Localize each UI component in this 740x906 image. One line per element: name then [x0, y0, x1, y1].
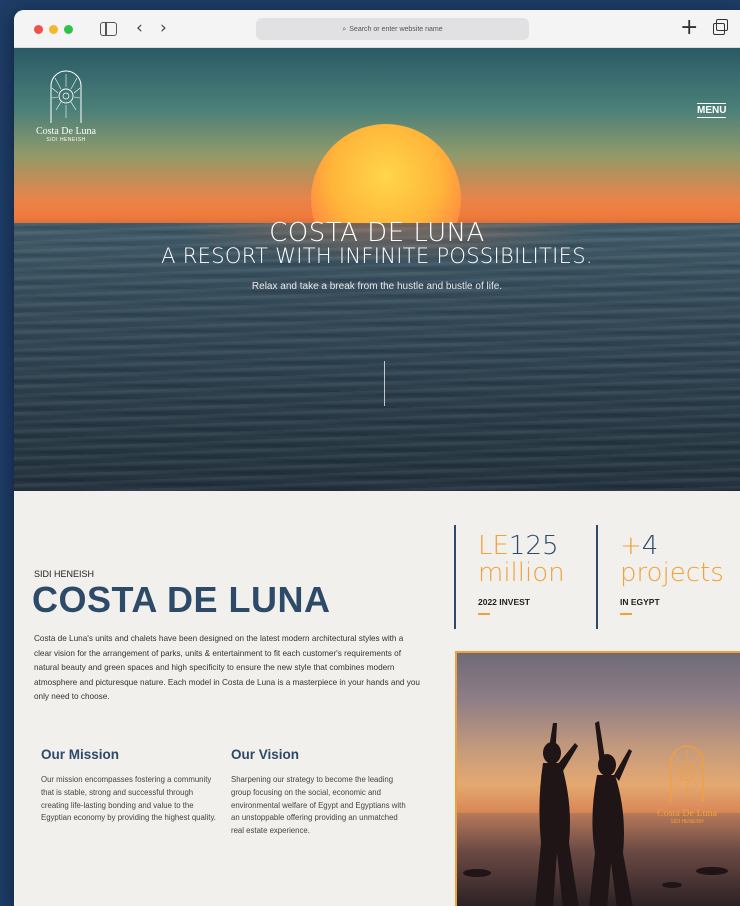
vision-title: Our Vision	[231, 747, 300, 762]
section-title: COSTA DE LUNA	[32, 579, 331, 620]
search-icon: ⌕	[342, 25, 347, 33]
back-arrow-icon[interactable]: ‹	[136, 18, 143, 38]
tab-overview-icon[interactable]	[713, 19, 728, 35]
sun-clip	[14, 48, 740, 223]
stat-invest-value: LE125 million	[478, 533, 565, 587]
stat-dash	[620, 613, 632, 615]
stat-projects-number: 4	[641, 531, 659, 561]
stat-invest-prefix: LE	[478, 531, 509, 561]
section-description: Costa de Luna's units and chalets have b…	[34, 634, 420, 701]
photo-logo: Costa De Luna SIDI HENEISH	[642, 743, 732, 825]
stat-invest-unit: million	[478, 558, 565, 588]
mission-title: Our Mission	[41, 747, 120, 762]
stat-projects-prefix: +	[620, 531, 642, 561]
sun-graphic	[311, 124, 461, 223]
maximize-window-button[interactable]	[64, 25, 73, 34]
vision-text: Sharpening our strategy to become the le…	[231, 775, 406, 836]
stat-invest-number: 125	[508, 531, 559, 561]
browser-toolbar: ‹ › ⌕ Search or enter website name +	[14, 10, 740, 48]
photo-logo-name: Costa De Luna	[657, 808, 717, 819]
stat-invest-label: 2022 INVEST	[478, 597, 530, 607]
address-bar[interactable]: ⌕ Search or enter website name	[256, 18, 529, 40]
sun-arch-icon	[670, 745, 704, 802]
about-section: SIDI HENEISH COSTA DE LUNA Costa de Luna…	[14, 491, 740, 906]
hero-tagline: Relax and take a break from the hustle a…	[251, 281, 503, 292]
browser-window: ‹ › ⌕ Search or enter website name + Cos…	[14, 10, 740, 906]
stat-divider	[454, 525, 456, 629]
minimize-window-button[interactable]	[49, 25, 58, 34]
stat-projects-unit: projects	[620, 558, 724, 588]
site-logo[interactable]: Costa De Luna SIDI HENEISH	[26, 68, 106, 143]
photo-logo-subtitle: SIDI HENEISH	[670, 819, 704, 825]
stat-dash	[478, 613, 490, 615]
close-window-button[interactable]	[34, 25, 43, 34]
logo-subtitle: SIDI HENEISH	[46, 137, 86, 143]
stat-projects-value: +4 projects	[620, 533, 724, 587]
new-tab-button[interactable]: +	[680, 16, 698, 40]
logo-name: Costa De Luna	[36, 126, 96, 137]
menu-button[interactable]: MENU	[697, 103, 727, 118]
forward-arrow-icon[interactable]: ›	[160, 18, 167, 38]
sun-arch-icon	[50, 70, 82, 123]
hero-subtitle: A RESORT WITH INFINITE POSSIBILITIES.	[161, 244, 593, 268]
stat-projects-label: IN EGYPT	[620, 597, 660, 607]
address-placeholder: Search or enter website name	[349, 26, 443, 33]
stat-divider	[596, 525, 598, 629]
hero-section: Costa De Luna SIDI HENEISH MENU COSTA DE…	[14, 48, 740, 491]
section-eyebrow: SIDI HENEISH	[34, 569, 95, 579]
scroll-indicator[interactable]	[384, 361, 385, 406]
mission-text: Our mission encompasses fostering a comm…	[41, 775, 216, 823]
sidebar-toggle-icon[interactable]	[100, 22, 117, 36]
lifestyle-photo: Costa De Luna SIDI HENEISH	[455, 651, 740, 906]
